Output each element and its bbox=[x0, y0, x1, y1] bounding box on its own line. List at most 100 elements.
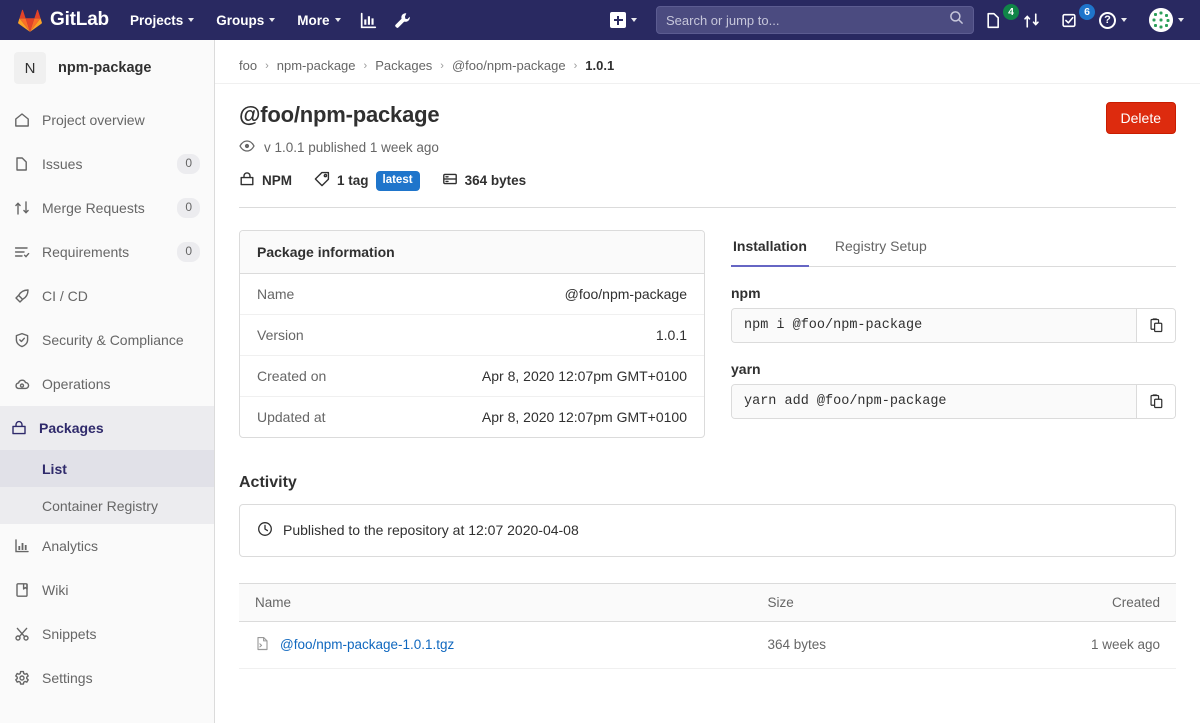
chevron-right-icon: › bbox=[265, 59, 269, 72]
merge-requests-button[interactable] bbox=[1012, 0, 1050, 40]
info-key: Updated at bbox=[257, 408, 326, 425]
sidebar-section-packages: Packages List Container Registry bbox=[0, 406, 214, 524]
top-navbar: GitLab Projects Groups More Search or ju… bbox=[0, 0, 1200, 40]
user-avatar-identicon bbox=[1149, 8, 1173, 32]
chevron-down-icon bbox=[1178, 18, 1184, 22]
todos-count-badge: 6 bbox=[1079, 4, 1095, 20]
storage-icon bbox=[442, 171, 458, 190]
todos-counter-button[interactable]: 6 bbox=[1050, 0, 1095, 40]
sidebar-item-analytics[interactable]: Analytics bbox=[0, 524, 214, 568]
shield-icon bbox=[14, 332, 30, 348]
sidebar-label: CI / CD bbox=[42, 288, 88, 304]
info-key: Version bbox=[257, 326, 304, 343]
page-title: @foo/npm-package bbox=[239, 102, 440, 127]
gitlab-home-link[interactable]: GitLab bbox=[0, 0, 119, 40]
home-icon bbox=[14, 112, 30, 128]
merge-requests-count: 0 bbox=[177, 198, 200, 218]
breadcrumb-item-npm-package[interactable]: npm-package bbox=[277, 58, 356, 73]
issues-counter-button[interactable]: 4 bbox=[974, 0, 1019, 40]
files-table-body: @foo/npm-package-1.0.1.tgz 364 bytes 1 w… bbox=[239, 621, 1176, 669]
file-created-cell: 1 week ago bbox=[952, 621, 1176, 669]
info-row-updated-at: Updated at Apr 8, 2020 12:07pm GMT+0100 bbox=[240, 397, 704, 437]
file-name-link[interactable]: @foo/npm-package-1.0.1.tgz bbox=[280, 637, 454, 652]
project-sidebar: N npm-package Project overview Issues 0 bbox=[0, 40, 215, 723]
main-content: foo › npm-package › Packages › @foo/npm-… bbox=[215, 40, 1200, 723]
package-icon bbox=[11, 420, 27, 436]
breadcrumb-item-foo[interactable]: foo bbox=[239, 58, 257, 73]
help-dropdown-button[interactable]: ? bbox=[1088, 0, 1138, 40]
package-information-card: Package information Name @foo/npm-packag… bbox=[239, 229, 705, 438]
delete-button[interactable]: Delete bbox=[1105, 102, 1176, 134]
sidebar-project-header[interactable]: N npm-package bbox=[0, 40, 214, 98]
sidebar-item-ci-cd[interactable]: CI / CD bbox=[0, 274, 214, 318]
sidebar-sublabel: List bbox=[42, 460, 67, 477]
nav-projects-label: Projects bbox=[129, 12, 184, 28]
wrench-admin-icon[interactable] bbox=[386, 0, 420, 40]
package-published-line: v 1.0.1 published 1 week ago bbox=[239, 138, 540, 157]
rocket-icon bbox=[14, 288, 30, 304]
analytics-chart-icon[interactable] bbox=[352, 0, 386, 40]
sidebar-item-requirements[interactable]: Requirements 0 bbox=[0, 230, 214, 274]
nav-projects[interactable]: Projects bbox=[119, 0, 205, 40]
sidebar-label: Operations bbox=[42, 376, 111, 392]
new-dropdown-button[interactable] bbox=[599, 0, 648, 40]
chevron-right-icon: › bbox=[573, 59, 578, 72]
info-value: 1.0.1 bbox=[655, 326, 687, 343]
column-header-created: Created bbox=[952, 582, 1176, 622]
file-name-cell: @foo/npm-package-1.0.1.tgz bbox=[239, 621, 752, 669]
package-header: @foo/npm-package v 1.0.1 published 1 wee… bbox=[239, 84, 1176, 208]
sidebar-item-security-compliance[interactable]: Security & Compliance bbox=[0, 318, 214, 362]
clipboard-copy-icon[interactable] bbox=[1136, 308, 1175, 342]
help-circle-icon: ? bbox=[1099, 11, 1116, 29]
activity-entry: Published to the repository at 12:07 202… bbox=[239, 503, 1176, 557]
activity-text: Published to the repository at 12:07 202… bbox=[283, 522, 579, 539]
requirements-icon bbox=[14, 244, 30, 260]
breadcrumb-item-package-name[interactable]: @foo/npm-package bbox=[452, 58, 566, 73]
sidebar-item-operations[interactable]: Operations bbox=[0, 362, 214, 406]
issues-count: 0 bbox=[177, 154, 200, 174]
issues-icon bbox=[14, 156, 30, 172]
status-badge: latest bbox=[375, 171, 420, 191]
sidebar-subitem-list[interactable]: List bbox=[0, 450, 214, 487]
scissors-icon bbox=[14, 626, 30, 642]
sidebar-label: Project overview bbox=[42, 112, 145, 128]
sidebar-item-packages[interactable]: Packages bbox=[0, 406, 214, 450]
sidebar-item-issues[interactable]: Issues 0 bbox=[0, 142, 214, 186]
npm-command-row: npm i @foo/npm-package bbox=[731, 307, 1176, 343]
breadcrumb-item-packages[interactable]: Packages bbox=[375, 58, 432, 73]
sidebar-item-snippets[interactable]: Snippets bbox=[0, 612, 214, 656]
sidebar-label: Security & Compliance bbox=[42, 332, 184, 348]
file-archive-icon bbox=[255, 636, 270, 654]
sidebar-subitem-container-registry[interactable]: Container Registry bbox=[0, 487, 214, 524]
nav-groups[interactable]: Groups bbox=[205, 0, 286, 40]
sidebar-label: Merge Requests bbox=[42, 200, 145, 216]
sidebar-label: Requirements bbox=[42, 244, 130, 260]
sidebar-sublabel: Container Registry bbox=[42, 497, 158, 514]
yarn-command-text[interactable]: yarn add @foo/npm-package bbox=[732, 384, 1136, 418]
nav-more[interactable]: More bbox=[286, 0, 351, 40]
package-meta: NPM 1 tag latest 364 bytes bbox=[239, 171, 540, 191]
npm-command-text[interactable]: npm i @foo/npm-package bbox=[732, 308, 1136, 342]
info-key: Created on bbox=[257, 367, 327, 384]
sidebar-item-wiki[interactable]: Wiki bbox=[0, 568, 214, 612]
user-menu-button[interactable] bbox=[1138, 0, 1200, 40]
chevron-right-icon: › bbox=[363, 59, 368, 72]
search-input[interactable] bbox=[666, 12, 949, 28]
tab-installation[interactable]: Installation bbox=[731, 230, 809, 267]
breadcrumb: foo › npm-package › Packages › @foo/npm-… bbox=[215, 48, 1200, 84]
sidebar-item-settings[interactable]: Settings bbox=[0, 656, 214, 700]
sidebar-item-project-overview[interactable]: Project overview bbox=[0, 98, 214, 142]
chevron-down-icon bbox=[631, 18, 637, 22]
tab-registry-setup[interactable]: Registry Setup bbox=[833, 230, 929, 267]
info-row-created-on: Created on Apr 8, 2020 12:07pm GMT+0100 bbox=[240, 356, 704, 397]
package-size: 364 bytes bbox=[442, 171, 526, 190]
chevron-down-icon bbox=[188, 18, 195, 22]
column-header-name: Name bbox=[239, 582, 752, 622]
clipboard-copy-icon[interactable] bbox=[1136, 384, 1175, 418]
npm-label: npm bbox=[731, 284, 761, 301]
sidebar-item-merge-requests[interactable]: Merge Requests 0 bbox=[0, 186, 214, 230]
info-key: Name bbox=[257, 285, 295, 302]
package-tags: 1 tag latest bbox=[314, 171, 420, 191]
analytics-chart-icon bbox=[14, 538, 30, 554]
global-search[interactable] bbox=[656, 6, 974, 34]
